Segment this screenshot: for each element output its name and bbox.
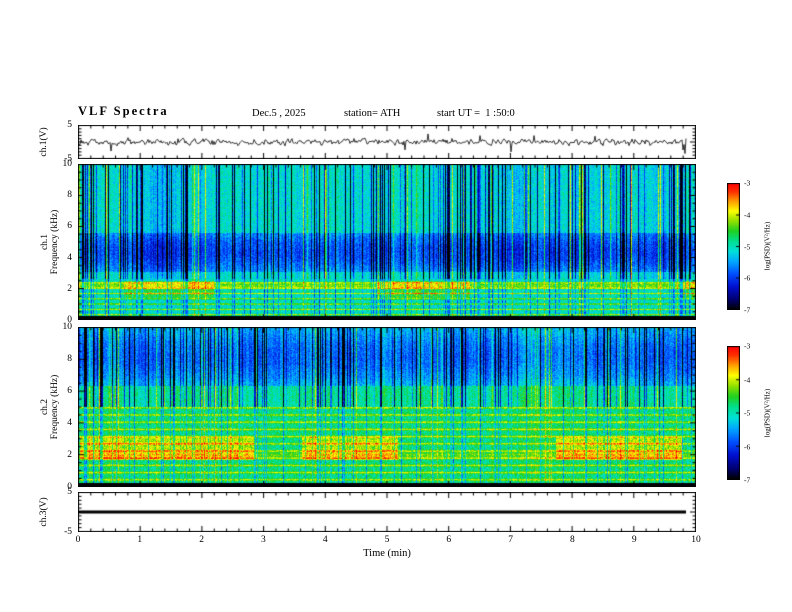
tick-label: -7	[744, 305, 751, 315]
tick-label: 10	[691, 535, 701, 545]
tick-label: 2	[199, 535, 204, 545]
tick-label: 4	[67, 252, 72, 263]
tick-label: 3	[261, 535, 266, 545]
colorbar2-label-text: log(PSD)(V²/Hz)	[763, 388, 772, 438]
ch1-axis-frequency-text: Frequency (kHz)	[50, 209, 60, 275]
date-label: Dec.5 , 2025	[252, 108, 306, 119]
station-label: station= ATH	[344, 108, 401, 119]
tick-label: 5	[384, 535, 390, 545]
tick-label: 10	[62, 159, 73, 169]
ch1-voltage-axis-label: ch.1(V)	[39, 127, 49, 156]
tick-label: 2	[67, 450, 72, 460]
start-ut-label: start UT = 1 :50:0	[437, 108, 515, 119]
ch1-spectrogram-panel	[78, 164, 696, 320]
tick-label: 6	[67, 221, 72, 232]
tick-label: 5	[67, 487, 72, 497]
tick-label: 5	[67, 120, 72, 130]
tick-label: -4	[744, 210, 751, 220]
tick-label: 8	[67, 190, 72, 201]
tick-label: 2	[67, 283, 72, 294]
ch2-axis-channel-text: ch.2	[40, 398, 50, 416]
tick-label: 0	[75, 535, 81, 545]
colorbar1-label: log(PSD)(V²/Hz)	[763, 221, 772, 271]
x-axis-title: Time (min)	[363, 548, 411, 559]
tick-label: 6	[446, 535, 452, 545]
tick-label: 4	[67, 418, 72, 428]
tick-label: -5	[744, 408, 751, 418]
colorbar1-label-text: log(PSD)(V²/Hz)	[763, 221, 772, 271]
tick-label: -3	[744, 341, 751, 351]
tick-label: 9	[631, 535, 637, 545]
ch2-frequency-axis-label: ch.2 Frequency (kHz)	[40, 375, 60, 440]
tick-label: 10	[62, 322, 73, 332]
tick-label: 8	[67, 354, 72, 364]
ch2-axis-frequency-text: Frequency (kHz)	[50, 374, 60, 440]
tick-label: -5	[64, 527, 72, 537]
ch3-waveform-panel	[78, 492, 696, 532]
ch1-frequency-axis-label: ch.1 Frequency (kHz)	[40, 210, 60, 275]
ch2-spectrogram-panel	[78, 327, 696, 487]
tick-label: -4	[744, 375, 751, 384]
tick-label: 6	[67, 386, 72, 396]
ch1-voltage-axis-text: ch.1(V)	[39, 127, 49, 157]
vlf-spectra-figure: VLF Spectra Dec.5 , 2025 station= ATH st…	[0, 0, 792, 612]
tick-label: -5	[744, 242, 751, 251]
colorbar-ch1	[727, 183, 740, 310]
figure-title: VLF Spectra	[78, 104, 169, 118]
tick-label: 4	[322, 535, 328, 545]
tick-label: -6	[744, 273, 751, 283]
ch1-axis-channel-text: ch.1	[40, 233, 50, 251]
colorbar-ch2	[727, 346, 740, 480]
ch3-voltage-axis-label: ch.3(V)	[39, 497, 49, 526]
tick-label: -6	[744, 442, 751, 451]
tick-label: -7	[744, 475, 751, 485]
tick-label: 7	[508, 535, 513, 545]
tick-label: 8	[570, 535, 575, 545]
tick-label: 1	[137, 535, 143, 545]
ch3-voltage-axis-text: ch.3(V)	[39, 497, 49, 527]
tick-label: -3	[744, 178, 751, 188]
colorbar2-label: log(PSD)(V²/Hz)	[763, 388, 772, 438]
ch1-waveform-panel	[78, 125, 696, 159]
